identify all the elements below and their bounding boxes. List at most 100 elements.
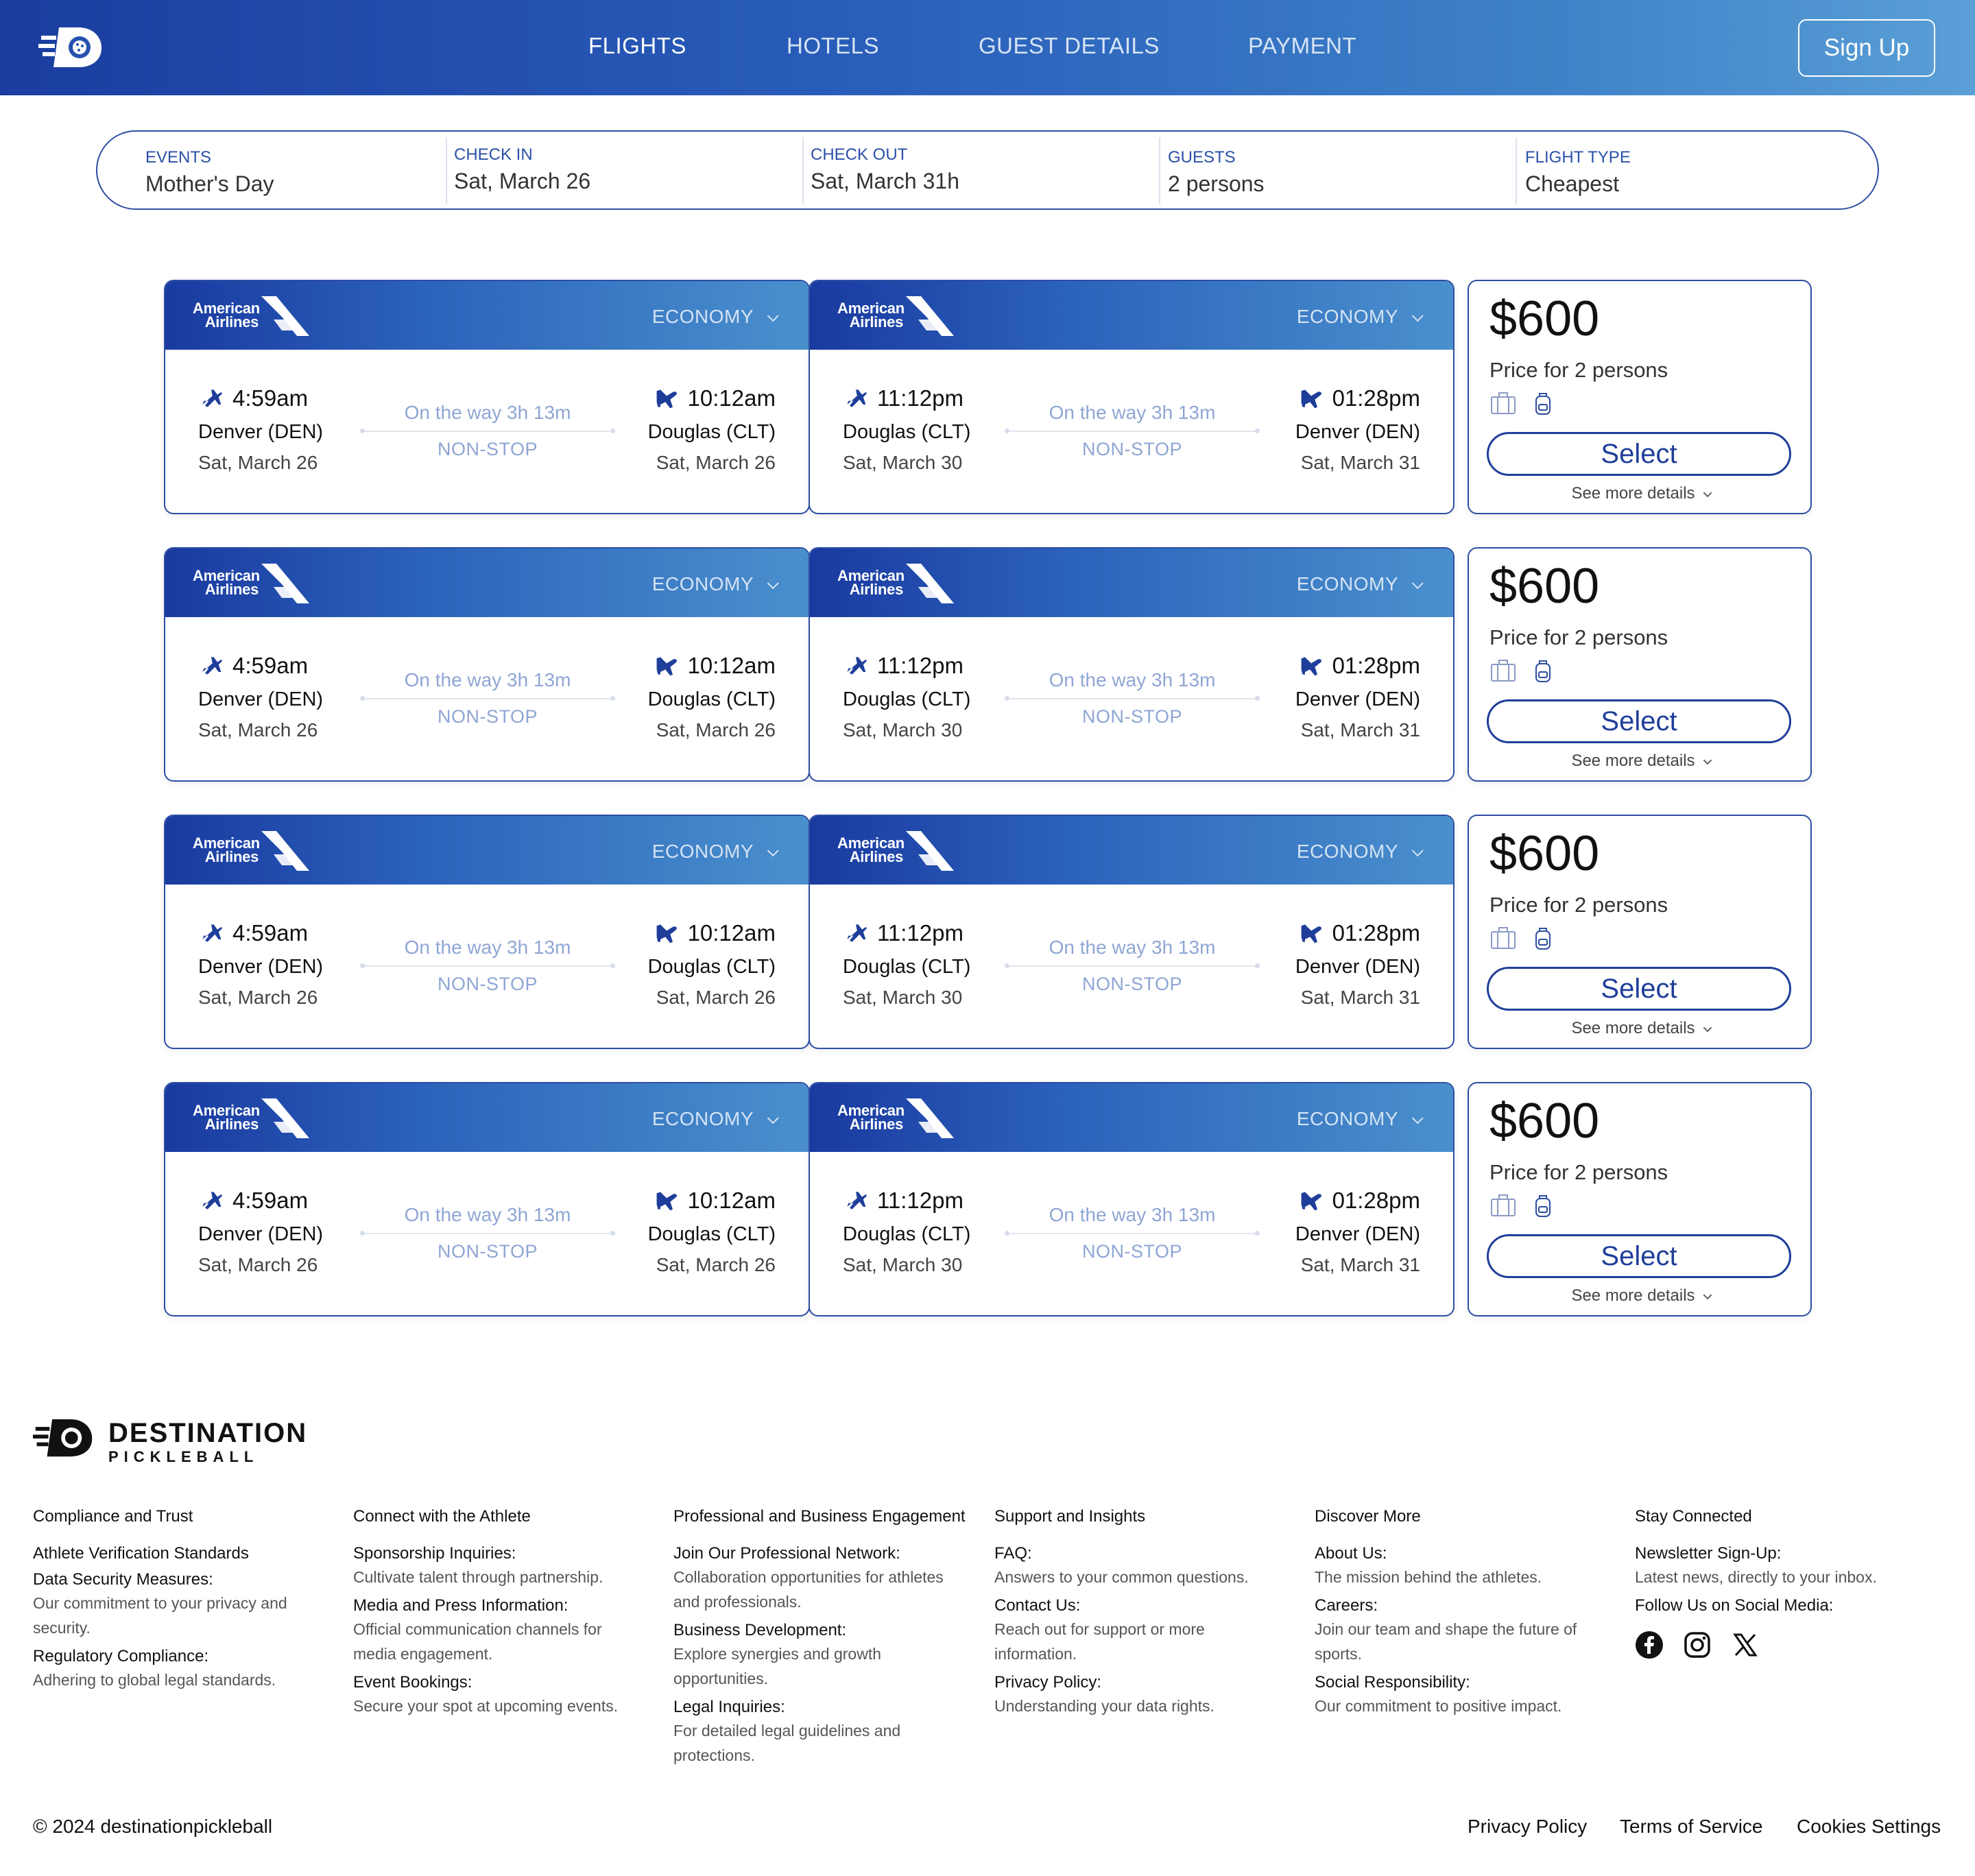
footer-link-description: Cultivate talent through partnership.: [353, 1568, 603, 1586]
chevron-down-icon: [1411, 577, 1424, 590]
cabin-class-dropdown[interactable]: ECONOMY: [652, 306, 779, 328]
see-more-details-link[interactable]: See more details: [1469, 1019, 1810, 1038]
flight-leg-card[interactable]: American Airlines ECONOMY 11:12pm Dougla…: [809, 1082, 1455, 1316]
see-more-details-link[interactable]: See more details: [1469, 751, 1810, 771]
footer-link[interactable]: Social Responsibility:: [1315, 1673, 1609, 1692]
footer-link[interactable]: Careers:: [1315, 1596, 1609, 1615]
flight-duration: On the way 3h 13m: [404, 937, 571, 958]
footer-link[interactable]: FAQ:: [994, 1544, 1289, 1563]
departure-time: 11:12pm: [877, 920, 963, 946]
footer-link[interactable]: Regulatory Compliance:: [33, 1647, 328, 1666]
departure-time: 4:59am: [232, 1188, 309, 1213]
flight-leg-card[interactable]: American Airlines ECONOMY 4:59am Denver …: [164, 1082, 810, 1316]
cabin-class-dropdown[interactable]: ECONOMY: [1297, 1108, 1424, 1130]
flight-duration-info: On the way 3h 13m NON-STOP: [1005, 669, 1260, 727]
check-out-value: Sat, March 31h: [811, 169, 959, 193]
cabin-class-dropdown[interactable]: ECONOMY: [1297, 841, 1424, 863]
footer-link[interactable]: About Us:: [1315, 1544, 1609, 1563]
flight-duration: On the way 3h 13m: [404, 669, 571, 690]
select-button[interactable]: Select: [1487, 699, 1791, 743]
baggage-icons: [1489, 926, 1557, 950]
stops-label: NON-STOP: [1081, 1241, 1182, 1262]
check-out-field[interactable]: CHECK OUT Sat, March 31h: [763, 132, 1119, 208]
search-summary-bar[interactable]: EVENTS Mother's Day CHECK IN Sat, March …: [96, 130, 1879, 210]
x-icon[interactable]: [1731, 1631, 1760, 1659]
see-more-details-link[interactable]: See more details: [1469, 484, 1810, 503]
cabin-class-dropdown[interactable]: ECONOMY: [1297, 306, 1424, 328]
footer-link-description: Official communication channels for medi…: [353, 1620, 602, 1663]
flight-type-field[interactable]: FLIGHT TYPE Cheapest: [1477, 132, 1834, 208]
footer-link[interactable]: Sponsorship Inquiries:: [353, 1544, 648, 1563]
footer-link[interactable]: Event Bookings:: [353, 1673, 648, 1692]
price-card: $600 Price for 2 persons Select See more…: [1468, 547, 1812, 782]
arrival-info: 01:28pm Denver (DEN) Sat, March 31: [1295, 920, 1420, 1009]
flight-leg-header: American Airlines ECONOMY: [810, 549, 1453, 617]
events-field[interactable]: EVENTS Mother's Day: [97, 132, 446, 208]
cabin-class-dropdown[interactable]: ECONOMY: [652, 573, 779, 595]
carry-on-bag-icon: [1535, 660, 1551, 682]
nav-flights[interactable]: FLIGHTS: [588, 33, 686, 59]
departure-plane-icon: [202, 1192, 223, 1210]
sign-up-button[interactable]: Sign Up: [1798, 19, 1935, 77]
chevron-down-icon: [1411, 845, 1424, 857]
footer-link[interactable]: Business Development:: [673, 1621, 968, 1640]
departure-city: Denver (DEN): [198, 956, 324, 978]
chevron-down-icon: [1703, 488, 1712, 498]
footer-logo[interactable]: DESTINATION PICKLEBALL: [33, 1415, 321, 1465]
footer-link[interactable]: Follow Us on Social Media:: [1635, 1596, 1930, 1615]
footer-column-title: Stay Connected: [1635, 1507, 1752, 1526]
footer-link[interactable]: Contact Us:: [994, 1596, 1289, 1615]
check-in-field[interactable]: CHECK IN Sat, March 26: [406, 132, 763, 208]
see-more-details-link[interactable]: See more details: [1469, 1286, 1810, 1306]
nav-hotels[interactable]: HOTELS: [787, 33, 879, 59]
chevron-down-icon: [1703, 1290, 1712, 1300]
departure-time: 4:59am: [232, 653, 309, 678]
cabin-class-dropdown[interactable]: ECONOMY: [652, 841, 779, 863]
select-button[interactable]: Select: [1487, 967, 1791, 1011]
airline-name-line2: Airlines: [204, 1116, 259, 1133]
footer-link[interactable]: Legal Inquiries:: [673, 1698, 968, 1717]
nav-payment[interactable]: PAYMENT: [1248, 33, 1356, 59]
price-amount: $600: [1489, 1094, 1600, 1149]
flight-leg-card[interactable]: American Airlines ECONOMY 11:12pm Dougla…: [809, 547, 1455, 782]
destination-pickleball-logo-icon[interactable]: [38, 23, 104, 71]
footer-link[interactable]: Join Our Professional Network:: [673, 1544, 968, 1563]
chevron-down-icon: [1411, 310, 1424, 322]
arrival-date: Sat, March 31: [1300, 452, 1420, 473]
route-line: [1005, 963, 1260, 968]
privacy-policy-link[interactable]: Privacy Policy: [1468, 1816, 1587, 1838]
footer-link[interactable]: Media and Press Information:: [353, 1596, 648, 1615]
flight-leg-card[interactable]: American Airlines ECONOMY 4:59am Denver …: [164, 547, 810, 782]
footer-link[interactable]: Athlete Verification Standards: [33, 1544, 328, 1563]
flight-leg-card[interactable]: American Airlines ECONOMY 11:12pm Dougla…: [809, 815, 1455, 1049]
cabin-class-dropdown[interactable]: ECONOMY: [1297, 573, 1424, 595]
departure-plane-icon: [847, 1192, 867, 1210]
instagram-icon[interactable]: [1683, 1631, 1712, 1659]
footer-link[interactable]: Data Security Measures:: [33, 1570, 328, 1589]
departure-info: 4:59am Denver (DEN) Sat, March 26: [198, 920, 323, 1009]
footer-column: Compliance and Trust Athlete Verification…: [33, 1507, 328, 1692]
guests-field[interactable]: GUESTS 2 persons: [1120, 132, 1476, 208]
cookies-settings-link[interactable]: Cookies Settings: [1797, 1816, 1941, 1838]
chevron-down-icon: [767, 310, 779, 322]
flight-leg-card[interactable]: American Airlines ECONOMY 4:59am Denver …: [164, 280, 810, 514]
flight-leg-card[interactable]: American Airlines ECONOMY 4:59am Denver …: [164, 815, 810, 1049]
cabin-class-dropdown[interactable]: ECONOMY: [652, 1108, 779, 1130]
american-airlines-eagle-icon: [261, 831, 309, 871]
checked-bag-icon: [1491, 660, 1516, 682]
arrival-date: Sat, March 31: [1300, 719, 1420, 741]
nav-guest-details[interactable]: GUEST DETAILS: [979, 33, 1160, 59]
flight-leg-card[interactable]: American Airlines ECONOMY 11:12pm Dougla…: [809, 280, 1455, 514]
departure-date: Sat, March 30: [843, 1254, 963, 1275]
select-button[interactable]: Select: [1487, 1234, 1791, 1278]
footer-link[interactable]: Privacy Policy:: [994, 1673, 1289, 1692]
arrival-time: 10:12am: [687, 1188, 776, 1213]
departure-date: Sat, March 26: [198, 719, 318, 741]
terms-of-service-link[interactable]: Terms of Service: [1620, 1816, 1763, 1838]
flight-leg-header: American Airlines ECONOMY: [810, 281, 1453, 350]
facebook-icon[interactable]: [1635, 1631, 1664, 1659]
chevron-down-icon: [767, 1112, 779, 1125]
select-button[interactable]: Select: [1487, 432, 1791, 476]
airline-name-line2: Airlines: [849, 313, 904, 330]
footer-link[interactable]: Newsletter Sign-Up:: [1635, 1544, 1930, 1563]
